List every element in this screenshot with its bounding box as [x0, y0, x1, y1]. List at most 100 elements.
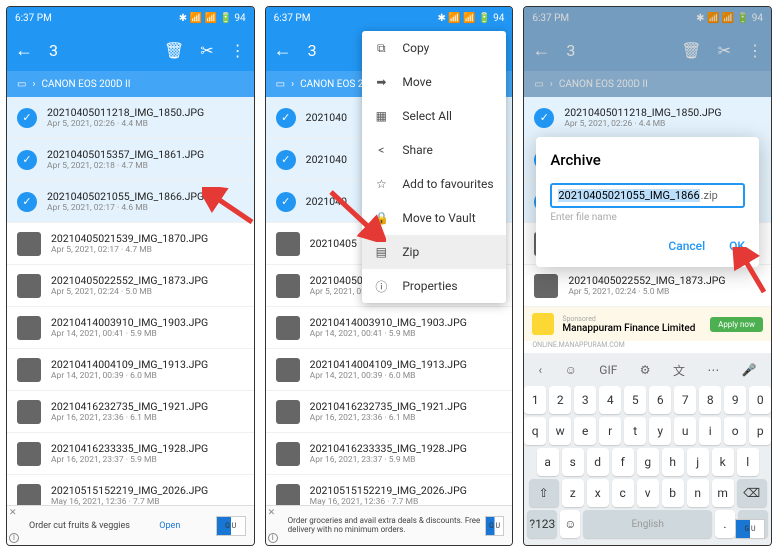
- key-7[interactable]: 7: [674, 386, 696, 414]
- key-w[interactable]: w: [549, 417, 571, 445]
- zip-icon: ▤: [374, 245, 388, 259]
- gtu-logo: G U: [485, 516, 505, 536]
- ad-apply-button[interactable]: Apply now: [710, 317, 763, 332]
- file-row[interactable]: ✓20210405011218_IMG_1850.JPGApr 5, 2021,…: [7, 97, 254, 139]
- menu-select-all[interactable]: ▦Select All: [362, 99, 506, 133]
- key-n[interactable]: n: [687, 479, 709, 507]
- key-t[interactable]: t: [624, 417, 646, 445]
- file-meta: Apr 5, 2021, 02:18 · 4.7 MB: [47, 161, 244, 171]
- key-u[interactable]: u: [674, 417, 696, 445]
- file-row[interactable]: 20210416233335_IMG_1928.JPGApr 16, 2021,…: [266, 433, 513, 475]
- filename-input[interactable]: 20210405021055_IMG_1866.zip: [550, 183, 745, 208]
- key-a[interactable]: a: [537, 448, 559, 476]
- file-row[interactable]: 20210515152219_IMG_2026.JPGMay 16, 2021,…: [7, 475, 254, 505]
- key-x[interactable]: x: [587, 479, 609, 507]
- key-period[interactable]: .: [715, 510, 735, 538]
- kb-back-icon[interactable]: ‹: [539, 363, 543, 377]
- file-row[interactable]: ✓20210405015357_IMG_1861.JPGApr 5, 2021,…: [7, 139, 254, 181]
- key-r[interactable]: r: [599, 417, 621, 445]
- file-thumbnail: [276, 484, 300, 506]
- overflow-icon[interactable]: ⋮: [230, 41, 246, 60]
- kb-sticker-icon[interactable]: ☺: [565, 363, 577, 377]
- menu-properties[interactable]: ⓘProperties: [362, 269, 506, 303]
- ad-banner[interactable]: ✕ i Order cut fruits & veggies Open G U: [7, 505, 254, 545]
- key-0[interactable]: 0: [749, 386, 771, 414]
- key-k[interactable]: k: [712, 448, 734, 476]
- menu-move[interactable]: ➡Move: [362, 65, 506, 99]
- file-meta: Apr 5, 2021, 02:26 · 4.4 MB: [564, 119, 761, 129]
- ad-info-icon[interactable]: i: [9, 533, 19, 543]
- key-e[interactable]: e: [574, 417, 596, 445]
- kb-gif-icon[interactable]: GIF: [599, 363, 617, 377]
- file-row[interactable]: 20210414003910_IMG_1903.JPGApr 14, 2021,…: [7, 307, 254, 349]
- delete-icon[interactable]: 🗑: [164, 41, 184, 60]
- key-9[interactable]: 9: [724, 386, 746, 414]
- file-row[interactable]: 20210414004109_IMG_1913.JPGApr 14, 2021,…: [7, 349, 254, 391]
- breadcrumb[interactable]: ▭ › CANON EOS 200D II: [7, 71, 254, 97]
- file-row[interactable]: 20210405022552_IMG_1873.JPGApr 5, 2021, …: [7, 265, 254, 307]
- ad-close-icon[interactable]: ✕: [9, 508, 17, 518]
- file-row[interactable]: 20210405021539_IMG_1870.JPGApr 5, 2021, …: [7, 223, 254, 265]
- back-icon[interactable]: ←: [274, 40, 292, 61]
- key-4[interactable]: 4: [599, 386, 621, 414]
- checkmark-icon: ✓: [17, 108, 37, 128]
- file-row[interactable]: 20210515152219_IMG_2026.JPGMay 16, 2021,…: [266, 475, 513, 505]
- key-symbols[interactable]: ?123: [527, 510, 557, 538]
- key-d[interactable]: d: [587, 448, 609, 476]
- file-row[interactable]: ✓20210405021055_IMG_1866.JPGApr 5, 2021,…: [7, 181, 254, 223]
- key-1[interactable]: 1: [524, 386, 546, 414]
- key-6[interactable]: 6: [649, 386, 671, 414]
- key-y[interactable]: y: [649, 417, 671, 445]
- file-row[interactable]: 20210416232735_IMG_1921.JPGApr 16, 2021,…: [7, 391, 254, 433]
- key-j[interactable]: j: [687, 448, 709, 476]
- key-g[interactable]: g: [637, 448, 659, 476]
- key-shift[interactable]: ⇧: [529, 479, 559, 507]
- key-5[interactable]: 5: [624, 386, 646, 414]
- key-h[interactable]: h: [662, 448, 684, 476]
- key-l[interactable]: l: [737, 448, 759, 476]
- file-list[interactable]: ✓20210405011218_IMG_1850.JPGApr 5, 2021,…: [7, 97, 254, 505]
- file-row[interactable]: ✓20210405011218_IMG_1850.JPGApr 5, 2021,…: [524, 97, 771, 139]
- ad-info-icon[interactable]: i: [268, 533, 278, 543]
- key-emoji[interactable]: ☺: [560, 510, 580, 538]
- key-8[interactable]: 8: [699, 386, 721, 414]
- cut-icon[interactable]: ✂: [200, 41, 213, 60]
- kb-mic-icon[interactable]: 🎤: [742, 363, 757, 377]
- file-row[interactable]: 20210414004109_IMG_1913.JPGApr 14, 2021,…: [266, 349, 513, 391]
- menu-share[interactable]: <Share: [362, 133, 506, 167]
- kb-more-icon[interactable]: ⋯: [707, 363, 719, 377]
- kb-translate-icon[interactable]: 文: [673, 362, 685, 379]
- key-3[interactable]: 3: [574, 386, 596, 414]
- ad-banner[interactable]: ✕ i Order groceries and avail extra deal…: [266, 505, 513, 545]
- key-o[interactable]: o: [724, 417, 746, 445]
- key-q[interactable]: q: [524, 417, 546, 445]
- ad-close-icon[interactable]: ✕: [268, 508, 276, 518]
- key-s[interactable]: s: [562, 448, 584, 476]
- key-p[interactable]: p: [749, 417, 771, 445]
- file-row[interactable]: 20210414003910_IMG_1903.JPGApr 14, 2021,…: [266, 307, 513, 349]
- file-row[interactable]: 20210405022552_IMG_1873.JPGApr 5, 2021, …: [524, 265, 771, 307]
- key-f[interactable]: f: [612, 448, 634, 476]
- dialog-cancel-button[interactable]: Cancel: [668, 239, 705, 253]
- ad-native[interactable]: Sponsored Manappuram Finance Limited App…: [524, 307, 771, 353]
- file-row[interactable]: 20210416233335_IMG_1928.JPGApr 16, 2021,…: [7, 433, 254, 475]
- key-z[interactable]: z: [562, 479, 584, 507]
- key-2[interactable]: 2: [549, 386, 571, 414]
- key-c[interactable]: c: [612, 479, 634, 507]
- key-backspace[interactable]: ⌫: [737, 479, 767, 507]
- select-all-icon: ▦: [374, 109, 388, 123]
- file-row[interactable]: 20210416232735_IMG_1921.JPGApr 16, 2021,…: [266, 391, 513, 433]
- menu-zip[interactable]: ▤Zip: [362, 235, 506, 269]
- back-icon[interactable]: ←: [15, 40, 33, 61]
- key-i[interactable]: i: [699, 417, 721, 445]
- dialog-ok-button[interactable]: OK: [729, 239, 745, 253]
- menu-vault[interactable]: 🔒Move to Vault: [362, 201, 506, 235]
- kb-settings-icon[interactable]: ⚙: [640, 363, 651, 377]
- key-space[interactable]: English: [583, 510, 712, 538]
- menu-copy[interactable]: ⧉Copy: [362, 31, 506, 65]
- menu-favourites[interactable]: ☆Add to favourites: [362, 167, 506, 201]
- key-v[interactable]: v: [637, 479, 659, 507]
- ad-cta[interactable]: Open: [159, 521, 180, 531]
- key-m[interactable]: m: [712, 479, 734, 507]
- key-b[interactable]: b: [662, 479, 684, 507]
